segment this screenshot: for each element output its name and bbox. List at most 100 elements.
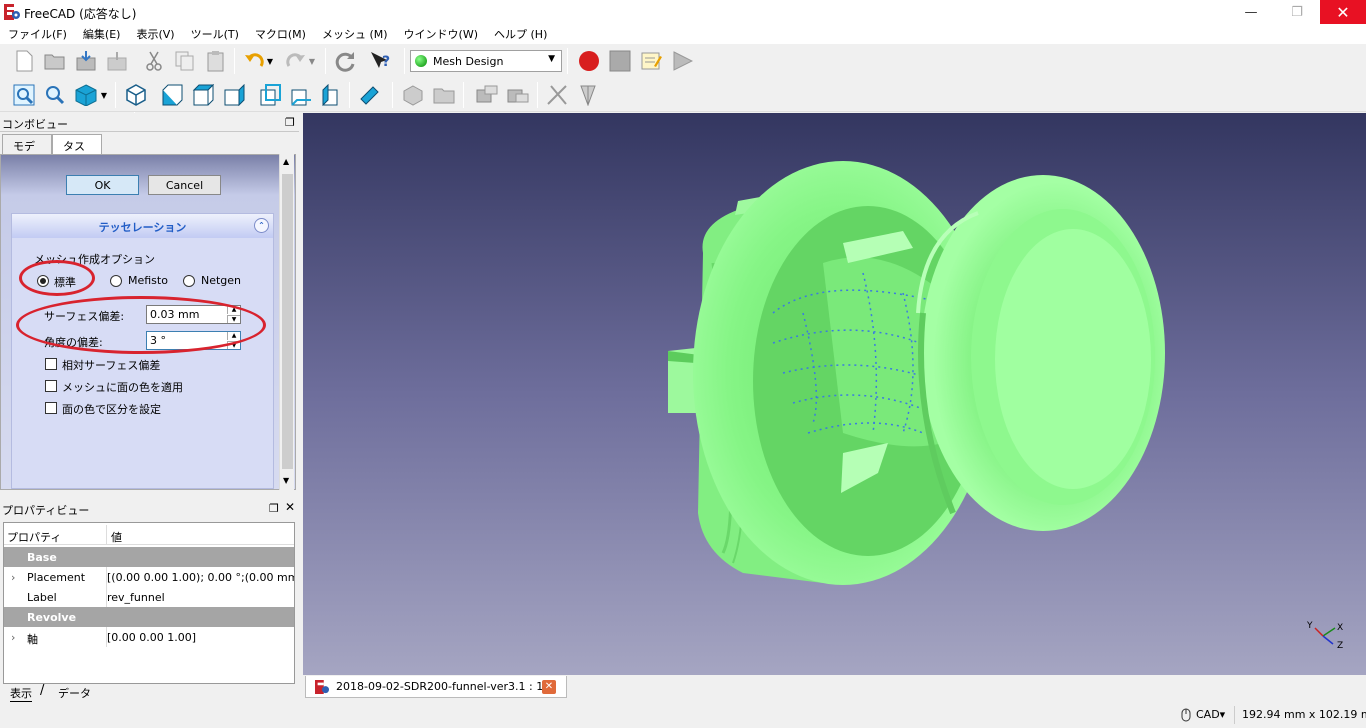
- 3d-viewport[interactable]: Y X Z: [303, 113, 1366, 675]
- new-document-icon[interactable]: [12, 49, 36, 73]
- menu-tools[interactable]: ツール(T): [183, 24, 247, 44]
- column-property: プロパティ: [7, 531, 62, 544]
- rear-view-icon[interactable]: [258, 83, 282, 107]
- float-panel-icon[interactable]: ❐: [285, 116, 295, 129]
- radio-mefisto-label: Mefisto: [128, 274, 168, 287]
- workbench-selected: Mesh Design: [433, 54, 504, 68]
- fit-selection-icon[interactable]: [43, 83, 67, 107]
- table-header: プロパティ 値: [4, 525, 294, 545]
- tab-model[interactable]: モデル: [2, 134, 52, 169]
- document-tab[interactable]: 2018-09-02-SDR200-funnel-ver3.1 : 1* ✕: [305, 676, 567, 698]
- left-view-icon[interactable]: [320, 83, 344, 107]
- menu-file[interactable]: ファイル(F): [0, 24, 75, 44]
- close-tab-icon[interactable]: ✕: [542, 680, 556, 694]
- undo-dropdown-icon[interactable]: ▼: [264, 49, 276, 73]
- maximize-button[interactable]: ❐: [1274, 0, 1320, 24]
- minimize-button[interactable]: —: [1228, 0, 1274, 24]
- import-mesh-icon[interactable]: [475, 83, 499, 107]
- checkbox-relative-deviation[interactable]: [45, 358, 57, 370]
- run-macro-icon[interactable]: [670, 49, 694, 73]
- ok-button[interactable]: OK: [66, 175, 139, 195]
- draw-style-dropdown-icon[interactable]: ▼: [98, 83, 110, 107]
- paste-icon[interactable]: [204, 49, 228, 73]
- refresh-icon[interactable]: [333, 49, 357, 73]
- label-name: Label: [27, 591, 57, 604]
- menu-help[interactable]: ヘルプ (H): [486, 24, 555, 44]
- right-view-icon[interactable]: [222, 83, 246, 107]
- radio-netgen[interactable]: [183, 275, 195, 287]
- view-toolbar: ▼: [0, 78, 1366, 112]
- save-icon[interactable]: [74, 49, 98, 73]
- mesh-from-shape-icon[interactable]: [576, 83, 600, 107]
- draw-style-icon[interactable]: [74, 83, 98, 107]
- copy-icon[interactable]: [173, 49, 197, 73]
- label-value[interactable]: rev_funnel: [106, 587, 294, 607]
- export-mesh-icon[interactable]: [506, 83, 530, 107]
- group-base: Base: [4, 547, 294, 567]
- segments-by-color-label: 面の色で区分を設定: [62, 403, 161, 416]
- property-view-header: プロパティビュー ❐ ✕: [0, 499, 299, 518]
- workbench-selector[interactable]: Mesh Design ▼: [410, 50, 562, 72]
- funnel-mesh-model[interactable]: Y X Z: [303, 113, 1366, 675]
- table-row[interactable]: › 軸 [0.00 0.00 1.00]: [4, 627, 294, 647]
- create-part-icon[interactable]: [401, 83, 425, 107]
- placement-value[interactable]: [(0.00 0.00 1.00); 0.00 °;(0.00 mm 0.00 …: [106, 567, 294, 587]
- menu-edit[interactable]: 編集(E): [75, 24, 129, 44]
- undo-icon[interactable]: [242, 49, 266, 73]
- tessellation-title: テッセレーション: [98, 221, 187, 234]
- open-folder-icon[interactable]: [43, 49, 67, 73]
- save-as-icon[interactable]: [105, 49, 129, 73]
- measure-distance-icon[interactable]: [357, 83, 381, 107]
- menu-mesh[interactable]: メッシュ (M): [314, 24, 396, 44]
- tab-view[interactable]: 表示: [10, 685, 32, 702]
- isometric-view-icon[interactable]: [124, 83, 148, 107]
- task-panel: OK Cancel テッセレーション ⌃ メッシュ作成オプション 標準 Mefi…: [0, 154, 296, 490]
- expand-icon[interactable]: ›: [11, 631, 15, 644]
- close-button[interactable]: ✕: [1320, 0, 1366, 24]
- collapse-icon[interactable]: ⌃: [254, 218, 269, 233]
- scrollbar-thumb[interactable]: [282, 174, 293, 469]
- window-title: FreeCAD (応答なし): [24, 7, 137, 21]
- mesh-cut-icon[interactable]: [545, 83, 569, 107]
- whats-this-icon[interactable]: ?: [369, 49, 393, 73]
- float-panel-icon[interactable]: ❐: [269, 502, 279, 515]
- placement-name: Placement: [27, 571, 86, 584]
- scroll-down-icon[interactable]: ▼: [283, 476, 289, 485]
- record-macro-icon[interactable]: [577, 49, 601, 73]
- front-view-icon[interactable]: [160, 83, 184, 107]
- navigation-style[interactable]: CAD▾: [1196, 708, 1225, 721]
- axis-y-label: Y: [1306, 621, 1313, 631]
- tab-task[interactable]: タスク: [52, 134, 102, 169]
- apply-face-colors-label: メッシュに面の色を適用: [62, 381, 183, 394]
- radio-netgen-label: Netgen: [201, 274, 242, 287]
- scroll-up-icon[interactable]: ▲: [283, 157, 289, 166]
- top-view-icon[interactable]: [191, 83, 215, 107]
- bottom-view-icon[interactable]: [289, 83, 313, 107]
- mesh-workbench-icon: [415, 55, 427, 67]
- edit-macro-icon[interactable]: [639, 49, 663, 73]
- checkbox-apply-face-colors[interactable]: [45, 380, 57, 392]
- menu-view[interactable]: 表示(V): [128, 24, 182, 44]
- radio-mefisto[interactable]: [110, 275, 122, 287]
- redo-dropdown-icon[interactable]: ▼: [306, 49, 318, 73]
- document-tab-label: 2018-09-02-SDR200-funnel-ver3.1 : 1*: [336, 680, 549, 693]
- table-row[interactable]: Label rev_funnel: [4, 587, 294, 607]
- cut-icon[interactable]: [142, 49, 166, 73]
- task-panel-scrollbar[interactable]: ▲ ▼: [279, 154, 294, 490]
- axis-value[interactable]: [0.00 0.00 1.00]: [106, 627, 294, 647]
- property-view-title: プロパティビュー: [2, 504, 90, 517]
- tab-data[interactable]: データ: [58, 685, 91, 701]
- table-row[interactable]: › Placement [(0.00 0.00 1.00); 0.00 °;(0…: [4, 567, 294, 587]
- redo-icon[interactable]: [284, 49, 308, 73]
- fit-all-icon[interactable]: [12, 83, 36, 107]
- mouse-icon: [1181, 708, 1191, 722]
- menu-macro[interactable]: マクロ(M): [247, 24, 314, 44]
- menu-window[interactable]: ウインドウ(W): [396, 24, 486, 44]
- close-panel-icon[interactable]: ✕: [285, 500, 295, 514]
- expand-icon[interactable]: ›: [11, 571, 15, 584]
- checkbox-segments-by-color[interactable]: [45, 402, 57, 414]
- cancel-button[interactable]: Cancel: [148, 175, 221, 195]
- axis-z-label: Z: [1337, 641, 1343, 651]
- create-group-icon[interactable]: [432, 83, 456, 107]
- stop-macro-icon[interactable]: [608, 49, 632, 73]
